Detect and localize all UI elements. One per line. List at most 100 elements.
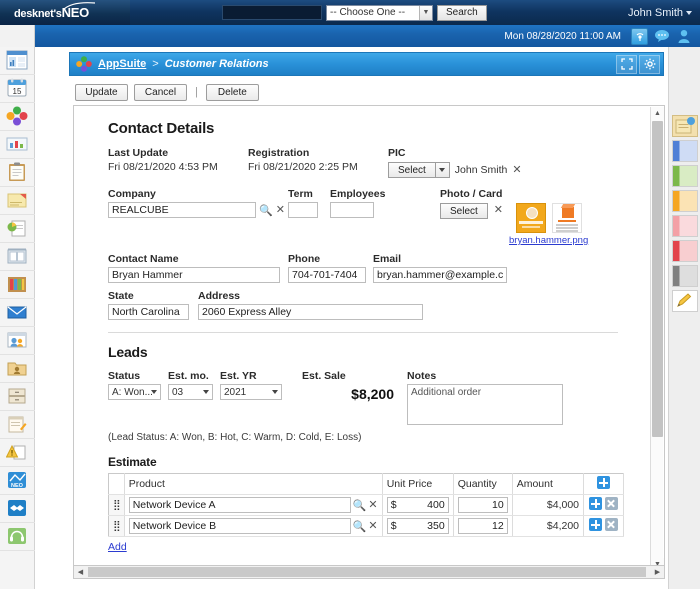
unit-price-value[interactable]: 400: [427, 499, 445, 511]
sidebar-item-support[interactable]: [0, 523, 35, 551]
sidebar-item-calendar[interactable]: 15: [0, 75, 35, 103]
est-yr-select[interactable]: 2021: [220, 384, 282, 400]
horizontal-scroll-thumb[interactable]: [88, 567, 646, 577]
photo-select-button[interactable]: Select: [440, 203, 488, 219]
row-drag-handle[interactable]: ⣿: [109, 495, 125, 516]
action-toolbar: Update Cancel | Delete: [75, 82, 665, 102]
search-button[interactable]: Search: [437, 5, 487, 21]
photo-remove-icon[interactable]: ✕: [494, 205, 503, 216]
search-input[interactable]: [222, 5, 322, 20]
tab-red[interactable]: [672, 240, 698, 262]
contact-name-input[interactable]: [108, 267, 280, 283]
folder-user-icon: [6, 358, 28, 379]
sidebar-item-neo[interactable]: NEO: [0, 467, 35, 495]
product-input[interactable]: [129, 518, 351, 534]
update-button[interactable]: Update: [75, 84, 128, 101]
search-icon[interactable]: 🔍: [259, 204, 273, 217]
cancel-button[interactable]: Cancel: [134, 84, 187, 101]
field-registration: Registration Fri 08/21/2020 2:25 PM: [248, 147, 388, 178]
photo-file-link[interactable]: bryan.hammer.png: [509, 235, 588, 246]
pic-remove-icon[interactable]: ✕: [512, 165, 521, 176]
vertical-scrollbar[interactable]: ▲ ▼: [650, 107, 663, 571]
edit-pencil-icon[interactable]: [672, 290, 698, 312]
leads-heading: Leads: [108, 344, 652, 360]
sidebar-item-cabinet[interactable]: [0, 243, 35, 271]
sidebar-item-alert[interactable]: [0, 439, 35, 467]
sidebar-item-members[interactable]: [0, 327, 35, 355]
est-mo-select[interactable]: 03: [168, 384, 213, 400]
field-employees: Employees: [330, 188, 440, 218]
add-row-icon[interactable]: [589, 518, 602, 531]
quantity-value[interactable]: 12: [492, 520, 504, 532]
term-input[interactable]: [288, 202, 318, 218]
search-category-select-wrap[interactable]: -- Choose One -- ▼: [326, 5, 433, 21]
state-input[interactable]: [108, 304, 189, 320]
add-row-icon[interactable]: [597, 476, 610, 489]
search-category-select[interactable]: -- Choose One --: [326, 5, 433, 21]
state-label: State: [108, 290, 198, 302]
tab-orange[interactable]: [672, 190, 698, 212]
delete-row-icon[interactable]: [605, 497, 618, 510]
scroll-left-arrow-icon[interactable]: ◀: [74, 566, 87, 578]
chat-icon[interactable]: [653, 28, 670, 45]
sidebar-item-drawer[interactable]: [0, 383, 35, 411]
notes-textarea[interactable]: Additional order: [407, 384, 563, 425]
gear-icon[interactable]: [639, 55, 660, 74]
tab-green[interactable]: [672, 165, 698, 187]
sidebar-item-handshake[interactable]: [0, 495, 35, 523]
tab-blue[interactable]: [672, 140, 698, 162]
delete-row-icon[interactable]: [605, 518, 618, 531]
add-estimate-row-link[interactable]: Add: [108, 541, 127, 553]
horizontal-scrollbar[interactable]: ◀ ▶: [73, 565, 665, 579]
company-input[interactable]: [108, 202, 256, 218]
scroll-right-arrow-icon[interactable]: ▶: [651, 566, 664, 578]
user-icon[interactable]: [675, 28, 692, 45]
company-card-thumbnail[interactable]: [552, 203, 582, 233]
sidebar-item-mail[interactable]: [0, 299, 35, 327]
scroll-up-arrow-icon[interactable]: ▲: [651, 107, 664, 120]
drawer-icon: [6, 386, 28, 407]
sticky-note-icon[interactable]: [672, 115, 698, 137]
sidebar-item-folder-user[interactable]: [0, 355, 35, 383]
pic-dropdown-toggle[interactable]: [436, 162, 450, 178]
clear-icon[interactable]: ✕: [368, 521, 377, 532]
col-amount: Amount: [512, 474, 583, 495]
sidebar-item-clipboard[interactable]: [0, 159, 35, 187]
business-card-thumbnail[interactable]: [516, 203, 546, 233]
expand-icon[interactable]: [616, 55, 637, 74]
est-yr-label: Est. YR: [220, 370, 302, 382]
sidebar-item-memo[interactable]: [0, 411, 35, 439]
unit-price-value[interactable]: 350: [427, 520, 445, 532]
address-input[interactable]: [198, 304, 423, 320]
sidebar-item-library[interactable]: [0, 271, 35, 299]
email-input[interactable]: [373, 267, 507, 283]
row-drag-handle[interactable]: ⣿: [109, 516, 125, 537]
sidebar-item-report[interactable]: [0, 215, 35, 243]
sidebar-item-notepad[interactable]: [0, 187, 35, 215]
search-icon[interactable]: 🔍: [353, 499, 367, 512]
add-row-icon[interactable]: [589, 497, 602, 510]
search-icon[interactable]: 🔍: [353, 520, 367, 533]
sidebar-item-portal[interactable]: [0, 47, 35, 75]
user-menu[interactable]: John Smith: [628, 7, 692, 19]
global-header: desknet'sNEO -- Choose One -- ▼ Search J…: [0, 0, 700, 25]
brand-logo[interactable]: desknet'sNEO: [0, 0, 130, 25]
delete-button[interactable]: Delete: [206, 84, 259, 101]
status-select[interactable]: A: Won...: [108, 384, 161, 400]
broadcast-icon[interactable]: [631, 28, 648, 45]
company-clear-icon[interactable]: ✕: [276, 205, 285, 216]
sidebar-item-appsuite[interactable]: [0, 103, 35, 131]
clipboard-icon: [6, 162, 28, 183]
pic-select-button[interactable]: Select: [388, 162, 436, 178]
vertical-scroll-thumb[interactable]: [652, 121, 663, 437]
lead-status-legend: (Lead Status: A: Won, B: Hot, C: Warm, D…: [108, 432, 652, 443]
product-input[interactable]: [129, 497, 351, 513]
clear-icon[interactable]: ✕: [368, 500, 377, 511]
employees-input[interactable]: [330, 202, 374, 218]
phone-input[interactable]: [288, 267, 366, 283]
tab-pink[interactable]: [672, 215, 698, 237]
quantity-value[interactable]: 10: [492, 499, 504, 511]
tab-gray[interactable]: [672, 265, 698, 287]
breadcrumb-app-link[interactable]: AppSuite: [98, 58, 146, 70]
sidebar-item-workflow[interactable]: [0, 131, 35, 159]
